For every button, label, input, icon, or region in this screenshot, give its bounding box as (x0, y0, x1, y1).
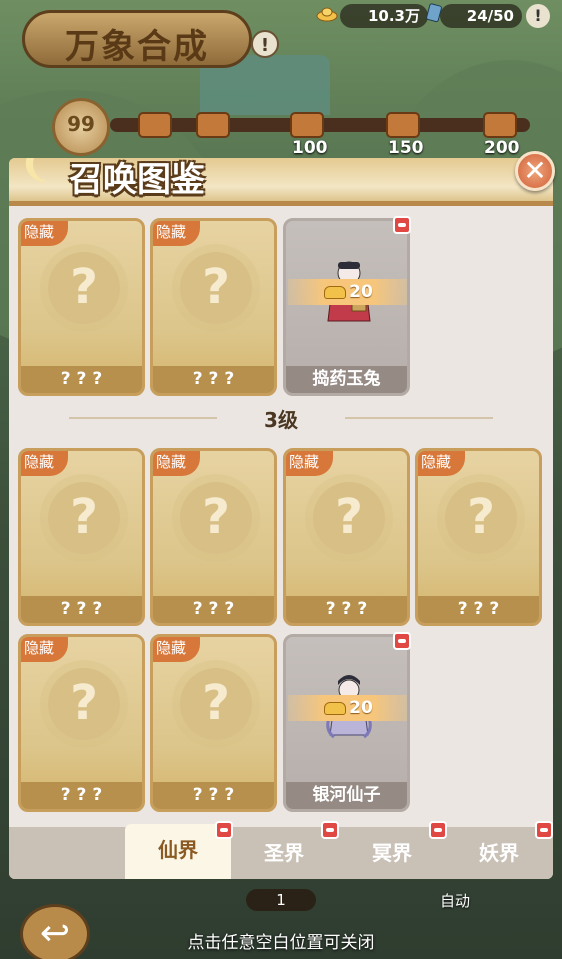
question-mark-icon: ? (335, 489, 363, 545)
gift-badge-icon (215, 821, 233, 839)
price-banner: 20 (288, 695, 407, 721)
codex-card-unlocked[interactable]: 20 银河仙子 (283, 634, 410, 812)
card-name: ? ? ? (21, 782, 142, 809)
card-name: ? ? ? (153, 366, 274, 393)
card-name: ? ? ? (153, 596, 274, 623)
summon-count: 1 (246, 889, 316, 911)
card-name: 银河仙子 (286, 782, 407, 809)
milestone-chest[interactable] (483, 112, 517, 138)
hidden-tag: 隐藏 (153, 637, 201, 662)
gold-ingot-icon (324, 285, 347, 299)
info-button[interactable]: ! (251, 30, 279, 58)
card-name: ? ? ? (286, 596, 407, 623)
gold-ingot-icon (324, 701, 347, 715)
hidden-tag: 隐藏 (286, 451, 334, 476)
price-banner: 20 (288, 279, 407, 305)
gift-badge-icon (393, 216, 411, 234)
summon-ticket-icon (426, 3, 442, 23)
hidden-tag: 隐藏 (21, 221, 69, 246)
card-name: 捣药玉兔 (286, 366, 407, 393)
card-name: ? ? ? (21, 596, 142, 623)
question-mark-icon: ? (467, 489, 495, 545)
realm-tab-bar: 仙界 圣界 冥界 妖界 (9, 821, 553, 879)
hidden-tag: 隐藏 (21, 637, 69, 662)
gift-badge-icon (393, 632, 411, 650)
card-name: ? ? ? (418, 596, 539, 623)
close-hint: 点击任意空白位置可关闭 (187, 933, 375, 953)
game-title-plaque: 万象合成 (22, 10, 252, 68)
question-mark-icon: ? (202, 489, 230, 545)
card-name: ? ? ? (21, 366, 142, 393)
resource-info-button[interactable]: ! (526, 4, 550, 28)
milestone-chest[interactable] (138, 112, 172, 138)
moon-icon (28, 158, 74, 187)
gold-ingot-icon (316, 7, 338, 22)
summon-codex-panel: 召唤图鉴 ? 隐藏 ? ? ? ? 隐藏 ? ? ? 20 捣药玉兔 3级 ? … (9, 158, 553, 879)
question-mark-icon: ? (202, 259, 230, 315)
section-level-label: 3级 (264, 408, 298, 432)
milestone-chest[interactable] (290, 112, 324, 138)
panel-header: 召唤图鉴 (9, 158, 553, 206)
panel-title: 召唤图鉴 (69, 160, 205, 200)
codex-card[interactable]: ? 隐藏 ? ? ? (415, 448, 542, 626)
milestone-value: 100 (292, 138, 328, 158)
ticket-counter: 24/50 (440, 4, 522, 28)
codex-card[interactable]: ? 隐藏 ? ? ? (18, 218, 145, 396)
question-mark-icon: ? (202, 675, 230, 731)
codex-card[interactable]: ? 隐藏 ? ? ? (18, 634, 145, 812)
question-mark-icon: ? (70, 489, 98, 545)
milestone-chest[interactable] (196, 112, 230, 138)
question-mark-icon: ? (70, 675, 98, 731)
hidden-tag: 隐藏 (21, 451, 69, 476)
gift-badge-icon (429, 821, 447, 839)
question-mark-icon: ? (70, 259, 98, 315)
codex-card[interactable]: ? 隐藏 ? ? ? (150, 218, 277, 396)
codex-card[interactable]: ? 隐藏 ? ? ? (150, 448, 277, 626)
milestone-chest[interactable] (386, 112, 420, 138)
milestone-value: 150 (388, 138, 424, 158)
close-button[interactable]: ✕ (515, 151, 555, 191)
gift-badge-icon (321, 821, 339, 839)
codex-card[interactable]: ? 隐藏 ? ? ? (150, 634, 277, 812)
codex-card-unlocked[interactable]: 20 捣药玉兔 (283, 218, 410, 396)
gold-counter: 10.3万 (340, 4, 428, 28)
auto-button[interactable]: 自动 (440, 890, 470, 911)
card-name: ? ? ? (153, 782, 274, 809)
milestone-value: 200 (484, 138, 520, 158)
hidden-tag: 隐藏 (153, 221, 201, 246)
level-badge: 99 (52, 98, 110, 156)
hidden-tag: 隐藏 (418, 451, 466, 476)
hidden-tag: 隐藏 (153, 451, 201, 476)
codex-card[interactable]: ? 隐藏 ? ? ? (18, 448, 145, 626)
game-title: 万象合成 (65, 27, 209, 67)
codex-card[interactable]: ? 隐藏 ? ? ? (283, 448, 410, 626)
gift-badge-icon (535, 821, 553, 839)
